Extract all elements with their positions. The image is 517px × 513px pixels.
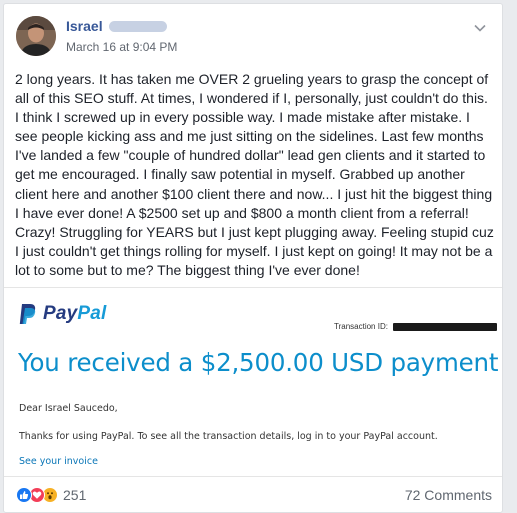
reaction-count: 251 — [63, 487, 87, 503]
paypal-wordmark-pay: Pay — [43, 303, 78, 324]
transaction-id-redacted — [392, 322, 497, 331]
payment-headline: You received a $2,500.00 USD payment — [18, 348, 499, 377]
chevron-down-icon[interactable] — [472, 20, 488, 36]
comments-count-link[interactable]: 72 Comments — [405, 487, 492, 503]
payment-greeting: Dear Israel Saucedo, — [19, 403, 118, 414]
paypal-wordmark: PayPal — [43, 303, 107, 325]
paypal-wordmark-pal: Pal — [77, 303, 107, 324]
avatar-image — [16, 16, 56, 56]
transaction-id: Transaction ID: — [334, 322, 497, 331]
post-footer: 251 72 Comments — [16, 482, 492, 508]
post-header: Israel March 16 at 9:04 PM — [16, 16, 492, 60]
post-timestamp[interactable]: March 16 at 9:04 PM — [66, 40, 177, 54]
author-surname-redacted — [108, 21, 167, 33]
author-line: Israel — [66, 18, 167, 36]
see-invoice-link[interactable]: See your invoice — [19, 456, 98, 467]
payment-body: Thanks for using PayPal. To see all the … — [19, 431, 438, 442]
paypal-mark-icon — [19, 304, 36, 324]
transaction-id-label: Transaction ID: — [334, 322, 388, 331]
paypal-attachment-image[interactable]: PayPal Transaction ID: You received a $2… — [4, 287, 502, 477]
avatar[interactable] — [16, 16, 56, 56]
post-body-text: 2 long years. It has taken me OVER 2 gru… — [15, 71, 494, 278]
reactions-summary[interactable]: 251 — [16, 487, 86, 503]
paypal-logo: PayPal — [19, 302, 107, 326]
author-name[interactable]: Israel — [66, 18, 103, 34]
like-icon — [16, 487, 32, 503]
post-card: Israel March 16 at 9:04 PM 2 long years.… — [3, 3, 503, 513]
